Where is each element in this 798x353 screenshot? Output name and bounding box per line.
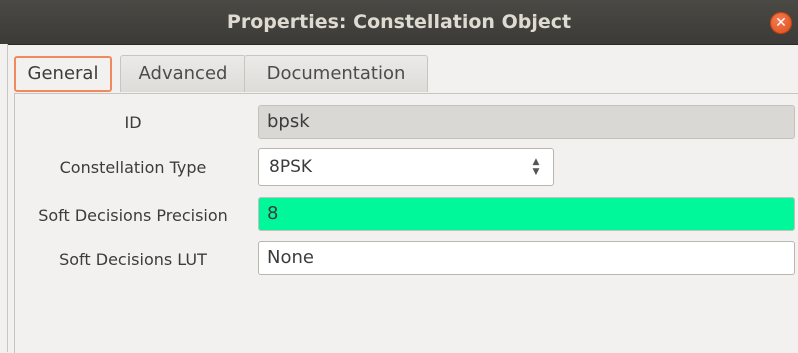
soft-decisions-precision-field[interactable]: 8 (258, 197, 795, 231)
constellation-type-value: 8PSK (269, 157, 313, 177)
soft-decisions-precision-label: Soft Decisions Precision (38, 206, 228, 225)
soft-decisions-lut-label: Soft Decisions LUT (59, 250, 207, 269)
close-button[interactable]: ✕ (770, 12, 792, 34)
tab-advanced[interactable]: Advanced (120, 55, 246, 92)
id-field[interactable]: bpsk (258, 105, 795, 139)
constellation-type-select[interactable]: 8PSK ▲ ▼ (258, 148, 554, 186)
spin-arrows-icon: ▲ ▼ (532, 157, 540, 177)
window-border (7, 44, 8, 352)
soft-decisions-lut-field[interactable]: None (258, 241, 795, 275)
constellation-type-label: Constellation Type (59, 158, 207, 177)
tab-general[interactable]: General (14, 56, 112, 92)
id-label: ID (124, 113, 142, 132)
tab-documentation[interactable]: Documentation (244, 55, 428, 92)
close-icon: ✕ (775, 15, 787, 31)
window-title: Properties: Constellation Object (226, 11, 572, 33)
